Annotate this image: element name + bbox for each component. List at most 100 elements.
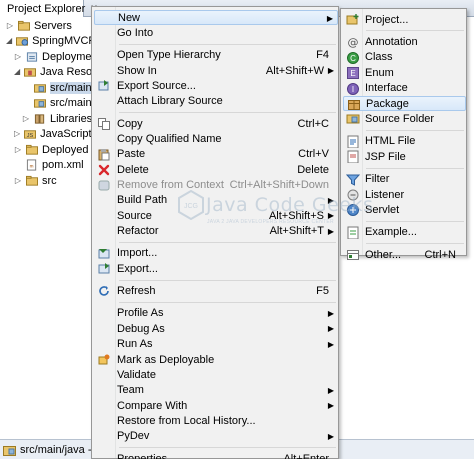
submenu-item-listener[interactable]: Listener xyxy=(343,187,466,202)
menu-separator xyxy=(119,43,336,45)
submenu-item-icon-wrap: I xyxy=(346,82,360,95)
menu-item-label: New xyxy=(118,11,141,24)
source-folder-icon xyxy=(346,114,360,124)
svg-text:JS: JS xyxy=(27,133,34,139)
tree-item[interactable]: src/main/ xyxy=(0,80,100,96)
submenu-item-interface[interactable]: I Interface xyxy=(343,81,466,96)
submenu-item-package[interactable]: Package xyxy=(343,96,466,111)
refresh-icon xyxy=(99,285,109,296)
menu-item-source[interactable]: Source Alt+Shift+S ▶ xyxy=(94,208,338,223)
menu-item-export-source[interactable]: Export Source... xyxy=(94,78,338,93)
tree-item-label: Servers xyxy=(34,19,72,32)
menu-item-pydev[interactable]: PyDev ▶ xyxy=(94,429,338,444)
menu-item-build-path[interactable]: Build Path ▶ xyxy=(94,193,338,208)
source-folder-icon xyxy=(3,445,16,456)
submenu-item-annotation[interactable]: @ Annotation xyxy=(343,34,466,50)
tree-item-icon-wrap xyxy=(17,20,31,32)
tree-item[interactable]: m pom.xml xyxy=(0,158,100,174)
menu-item-label: Open Type Hierarchy xyxy=(117,49,221,62)
submenu-item-example[interactable]: Example... xyxy=(343,225,466,240)
menu-item-label: Show In xyxy=(117,64,157,77)
libraries-icon xyxy=(34,114,45,124)
collapsed-arrow-icon[interactable]: ▷ xyxy=(14,145,22,154)
menu-item-attach-library-source[interactable]: Attach Library Source xyxy=(94,94,338,109)
menu-item-team[interactable]: Team ▶ xyxy=(94,383,338,398)
submenu-item-project[interactable]: Project... xyxy=(343,12,466,27)
menu-item-import[interactable]: Import... xyxy=(94,246,338,261)
tree-item-label: src/main/ xyxy=(50,97,95,110)
tab-project-explorer[interactable]: Project Explorer ✕ xyxy=(0,0,98,17)
menu-item-debug-as[interactable]: Debug As ▶ xyxy=(94,321,338,336)
submenu-item-label: JSP File xyxy=(365,150,406,163)
menu-item-restore-from-local-history[interactable]: Restore from Local History... xyxy=(94,413,338,428)
tree-item[interactable]: ▷ Deployed R xyxy=(0,142,100,158)
menu-item-copy-qualified-name[interactable]: Copy Qualified Name xyxy=(94,131,338,146)
menu-item-properties[interactable]: Properties Alt+Enter xyxy=(94,451,338,459)
expanded-arrow-icon[interactable]: ◢ xyxy=(14,68,20,76)
submenu-item-icon-wrap xyxy=(346,226,360,240)
submenu-item-servlet[interactable]: Servlet xyxy=(343,202,466,217)
menu-item-refactor[interactable]: Refactor Alt+Shift+T ▶ xyxy=(94,224,338,239)
menu-item-open-type-hierarchy[interactable]: Open Type Hierarchy F4 xyxy=(94,48,338,63)
menu-item-delete[interactable]: Delete Delete xyxy=(94,162,338,177)
collapsed-arrow-icon[interactable]: ▷ xyxy=(14,52,22,61)
submenu-item-icon-wrap xyxy=(346,203,360,217)
web-project-icon xyxy=(16,37,29,46)
tree-item-icon-wrap xyxy=(33,113,47,125)
menu-item-new[interactable]: New ▶ xyxy=(94,10,338,25)
svg-text:m: m xyxy=(30,164,34,169)
submenu-item-label: Class xyxy=(365,51,393,64)
menu-item-paste[interactable]: Paste Ctrl+V xyxy=(94,147,338,162)
java-resources-icon xyxy=(24,68,37,77)
menu-item-export[interactable]: Export... xyxy=(94,261,338,276)
menu-item-show-in[interactable]: Show In Alt+Shift+W ▶ xyxy=(94,63,338,78)
menu-item-run-as[interactable]: Run As ▶ xyxy=(94,337,338,352)
tree-item[interactable]: ▷ Libraries xyxy=(0,111,100,127)
menu-item-compare-with[interactable]: Compare With ▶ xyxy=(94,398,338,413)
delete-icon xyxy=(98,164,110,176)
collapsed-arrow-icon[interactable]: ▷ xyxy=(6,21,14,30)
collapsed-arrow-icon[interactable]: ▷ xyxy=(14,176,22,185)
menu-item-label: Copy xyxy=(117,117,143,130)
submenu-item-enum[interactable]: E Enum xyxy=(343,65,466,80)
tree-item-label: Deploymen xyxy=(42,50,98,63)
submenu-item-html-file[interactable]: HTML File xyxy=(343,134,466,149)
svg-text:E: E xyxy=(350,69,355,78)
tree-item[interactable]: src/main/ xyxy=(0,96,100,112)
menu-item-mark-as-deployable[interactable]: Mark as Deployable xyxy=(94,352,338,367)
tree-item[interactable]: ▷ JS JavaScript R xyxy=(0,127,103,143)
menu-item-label: Validate xyxy=(117,368,156,381)
menu-item-validate[interactable]: Validate xyxy=(94,367,338,382)
submenu-item-icon-wrap: @ xyxy=(346,35,360,49)
submenu-item-jsp-file[interactable]: JSP File xyxy=(343,149,466,164)
svg-text:@: @ xyxy=(348,36,359,48)
collapsed-arrow-icon[interactable]: ▷ xyxy=(22,114,30,123)
menu-item-copy[interactable]: Copy Ctrl+C xyxy=(94,116,338,131)
menu-item-go-into[interactable]: Go Into xyxy=(94,25,338,40)
menu-item-label: Mark as Deployable xyxy=(117,353,215,366)
tree-item[interactable]: ▷ Servers xyxy=(0,18,100,34)
tree-item[interactable]: ◢ SpringMVCRed xyxy=(0,34,109,50)
tree-item[interactable]: ◢ Java Resour xyxy=(0,65,102,81)
svg-text:I: I xyxy=(352,84,354,93)
submenu-item-icon-wrap xyxy=(346,188,360,201)
submenu-arrow-icon: ▶ xyxy=(327,66,334,76)
tree-item[interactable]: ▷ Deploymen xyxy=(0,49,100,65)
expanded-arrow-icon[interactable]: ◢ xyxy=(6,37,12,45)
submenu-item-other[interactable]: Other... Ctrl+N xyxy=(343,247,466,262)
submenu-item-class[interactable]: C Class xyxy=(343,50,466,65)
submenu-item-label: Servlet xyxy=(365,203,400,216)
menu-item-label: Source xyxy=(117,209,152,222)
menu-item-profile-as[interactable]: Profile As ▶ xyxy=(94,306,338,321)
collapsed-arrow-icon[interactable]: ▷ xyxy=(14,130,20,138)
menu-item-shortcut: Alt+Enter xyxy=(283,452,329,459)
menu-item-refresh[interactable]: Refresh F5 xyxy=(94,284,338,299)
jsp-file-icon xyxy=(347,150,359,164)
submenu-item-label: Filter xyxy=(365,173,390,186)
menu-item-icon-wrap xyxy=(97,148,111,161)
tree-item[interactable]: ▷ src xyxy=(0,173,100,189)
submenu-item-icon-wrap xyxy=(346,248,360,261)
submenu-item-source-folder[interactable]: Source Folder xyxy=(343,111,466,126)
submenu-separator xyxy=(366,167,464,169)
submenu-item-filter[interactable]: Filter xyxy=(343,172,466,187)
